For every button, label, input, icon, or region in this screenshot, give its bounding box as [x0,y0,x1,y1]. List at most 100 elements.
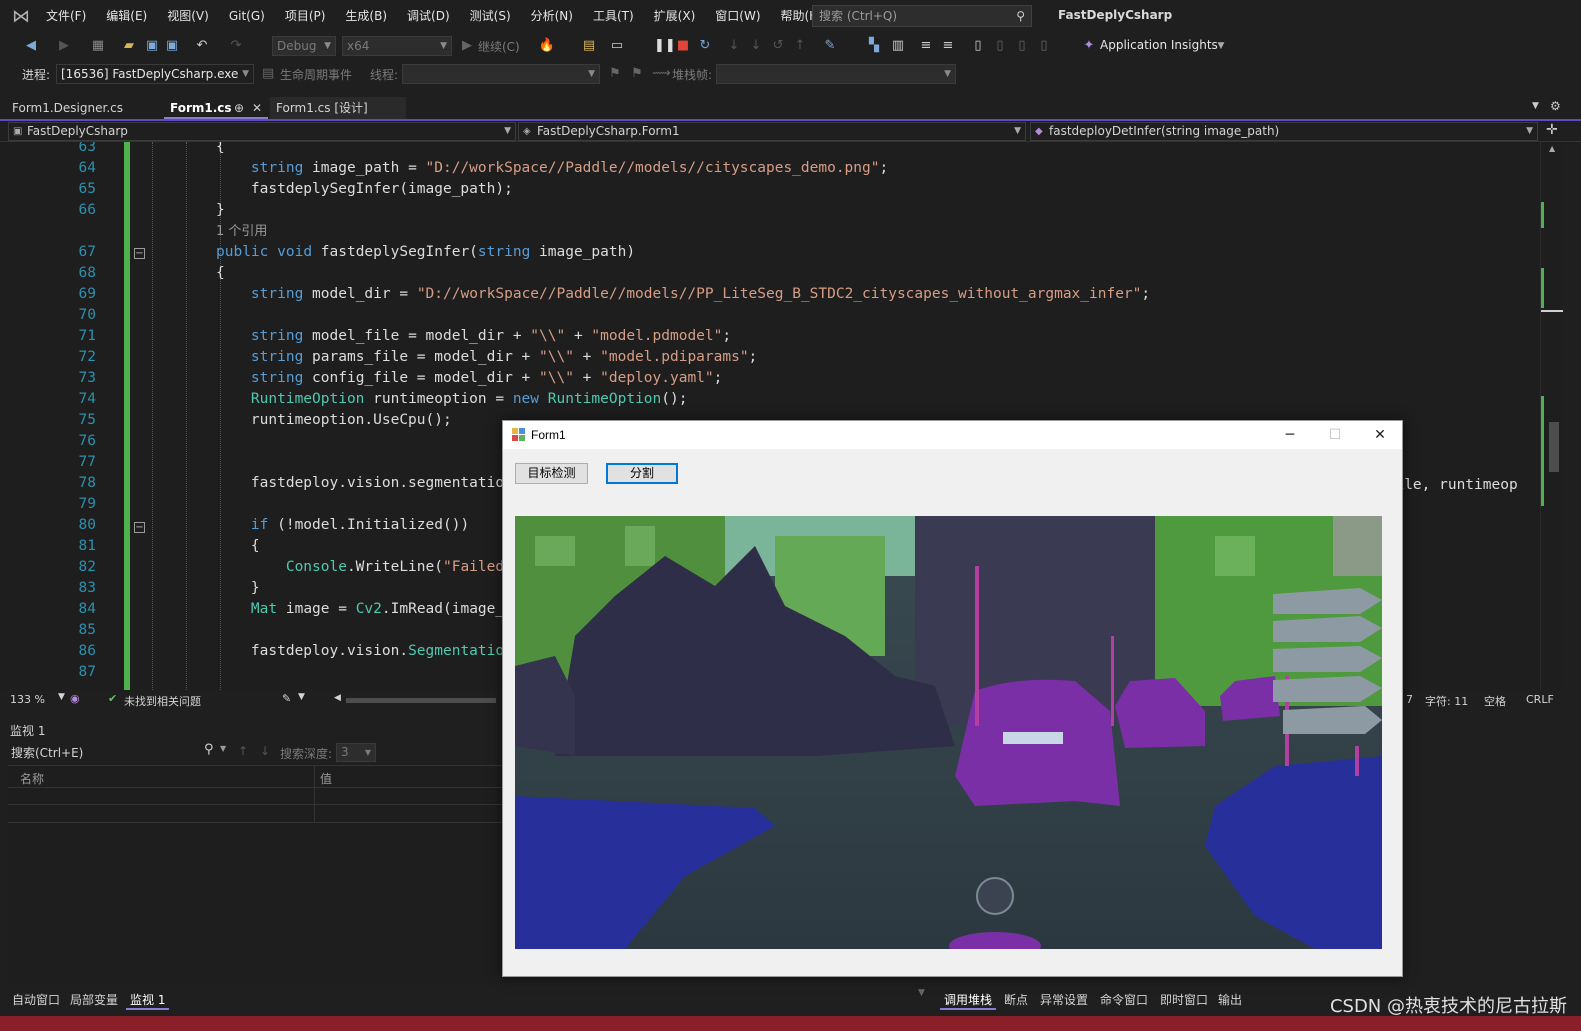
editor-scrollbar[interactable]: ▲ [1540,142,1563,690]
watch-grid[interactable]: 名称 值 [8,765,508,985]
visual-studio-logo-icon[interactable]: ⋈ [6,0,36,32]
tab-call-stack[interactable]: 调用堆栈 [940,990,997,1010]
pin-icon[interactable]: ⊕ [234,97,244,119]
minimize-icon[interactable]: ─ [1267,421,1313,449]
search-up-icon[interactable]: ↑ [238,744,248,758]
indent-icon[interactable]: ≡ [918,37,934,55]
tab-locals[interactable]: 局部变量 [66,990,122,1010]
chevron-down-icon[interactable]: ▼ [220,744,226,753]
menu-item[interactable]: 文件(F) [36,0,96,32]
save-all-icon[interactable]: ▣ [164,37,180,55]
continue-button[interactable]: 继续(C) [478,38,520,55]
tab-command-window[interactable]: 命令窗口 [1096,990,1152,1010]
flag-icon[interactable]: ⚑ [608,65,622,83]
redo-icon[interactable]: ↷ [228,37,244,55]
maximize-icon[interactable]: ☐ [1312,421,1358,449]
new-item-icon[interactable]: ▦ [88,37,108,55]
forward-icon[interactable]: ▶ [56,37,72,55]
scroll-thumb[interactable] [1549,422,1559,472]
menu-item[interactable]: 窗口(W) [705,0,770,32]
column-header-value[interactable]: 值 [320,770,332,787]
close-tab-icon[interactable]: ✕ [252,97,262,119]
step-out-icon[interactable]: ↑ [794,37,806,55]
menu-item[interactable]: 编辑(E) [96,0,157,32]
tab-exception-settings[interactable]: 异常设置 [1036,990,1092,1010]
prev-bookmark-icon[interactable]: ▯ [994,37,1006,55]
tab-form1-cs[interactable]: Form1.cs ⊕ ✕ [164,97,268,119]
watch-search-box[interactable]: 搜索(Ctrl+E) ⚲ ▼ [8,741,234,761]
undo-icon[interactable]: ↶ [194,37,210,55]
column-divider[interactable] [314,766,315,822]
diagnostic-icon[interactable]: ✎ [822,37,838,55]
menu-item[interactable]: 扩展(X) [644,0,706,32]
outdent-icon[interactable]: ≡ [940,37,956,55]
attach-icon[interactable]: ▤ [580,37,598,55]
scroll-left-icon[interactable]: ◀ [334,693,341,703]
config-combo[interactable]: Debug ▼ [272,36,336,56]
tab-immediate-window[interactable]: 即时窗口 [1156,990,1212,1010]
search-input[interactable]: 搜索 (Ctrl+Q) ⚲ [812,5,1032,27]
stop-icon[interactable]: ■ [676,37,690,55]
class-combo[interactable]: ◈ FastDeplyCsharp.Form1 ▼ [518,122,1026,141]
chevron-down-icon[interactable]: ▼ [298,692,305,702]
menu-item[interactable]: 视图(V) [157,0,219,32]
tab-form1-designer-view[interactable]: Form1.cs [设计] [270,97,406,119]
hot-reload-icon[interactable]: 🔥 [538,37,556,55]
code-cleanup-icon[interactable]: ✎ [282,692,291,705]
stack-frame-combo[interactable]: ▼ [716,64,956,84]
collapse-icon[interactable]: − [134,248,145,259]
member-combo[interactable]: ◆ fastdeployDetInfer(string image_path) ▼ [1030,122,1538,141]
chevron-down-icon[interactable]: ▼ [1216,37,1226,55]
step-over-icon[interactable]: ↓ [750,37,762,55]
menu-item[interactable]: Git(G) [219,0,275,32]
tab-output[interactable]: 输出 [1214,990,1246,1010]
bookmark-icon[interactable]: ▯ [972,37,984,55]
project-combo[interactable]: ▣ FastDeplyCsharp ▼ [8,122,516,141]
app-insights-button[interactable]: Application Insights [1100,38,1218,52]
tab-form1-designer-cs[interactable]: Form1.Designer.cs [6,97,162,119]
lifecycle-events-button[interactable]: 生命周期事件 [280,66,352,83]
search-down-icon[interactable]: ↓ [260,744,270,758]
open-folder-icon[interactable]: ▰ [120,37,138,55]
step-into-icon[interactable]: ↓ [728,37,740,55]
pause-icon[interactable]: ❚❚ [654,37,676,55]
search-depth-combo[interactable]: 3 ▼ [336,743,376,762]
tab-breakpoints[interactable]: 断点 [1000,990,1032,1010]
layout-icon[interactable]: ▭ [608,37,626,55]
line-ending-status[interactable]: CRLF [1526,693,1554,706]
menu-item[interactable]: 调试(D) [397,0,460,32]
menu-item[interactable]: 分析(N) [521,0,583,32]
save-icon[interactable]: ▣ [144,37,160,55]
collapse-icon[interactable]: − [134,522,145,533]
column-header-name[interactable]: 名称 [20,770,44,787]
tab-autos[interactable]: 自动窗口 [8,990,64,1010]
copilot-icon[interactable]: ◉ [70,692,80,705]
search-icon[interactable]: ⚲ [204,742,214,757]
object-detection-button[interactable]: 目标检测 [515,463,588,484]
show-threads-icon[interactable]: ▥ [890,37,906,55]
form1-titlebar[interactable]: Form1 ─ ☐ ✕ [503,421,1402,449]
menu-item[interactable]: 项目(P) [275,0,336,32]
tab-watch-1[interactable]: 监视 1 [126,990,170,1010]
flag-all-icon[interactable]: ⚑ [630,65,644,83]
back-icon[interactable]: ◀ [22,37,40,55]
filter-icon[interactable]: ⟿ [652,65,671,83]
continue-icon[interactable]: ▶ [460,37,474,55]
settings-gear-icon[interactable]: ⚙ [1550,99,1561,113]
step-back-icon[interactable]: ↺ [772,37,784,55]
thread-combo[interactable]: ▼ [402,64,600,84]
segmentation-button[interactable]: 分割 [606,463,678,484]
split-view-icon[interactable]: ✛ [1546,122,1558,138]
code-lens-references[interactable]: 1 个引用 [216,221,267,242]
scroll-up-icon[interactable]: ▲ [1549,144,1555,153]
whitespace-status[interactable]: 空格 [1484,693,1506,709]
platform-combo[interactable]: x64 ▼ [342,36,452,56]
run-to-cursor-icon[interactable]: ▚ [866,37,882,55]
zoom-level[interactable]: 133 % [10,693,45,706]
close-icon[interactable]: ✕ [1357,421,1403,449]
menu-item[interactable]: 生成(B) [335,0,397,32]
menu-item[interactable]: 测试(S) [460,0,521,32]
process-combo[interactable]: [16536] FastDeplyCsharp.exe ▼ [56,64,254,84]
watch-search-input[interactable]: 搜索(Ctrl+E) [11,744,83,761]
chevron-down-icon[interactable]: ▼ [58,692,65,702]
